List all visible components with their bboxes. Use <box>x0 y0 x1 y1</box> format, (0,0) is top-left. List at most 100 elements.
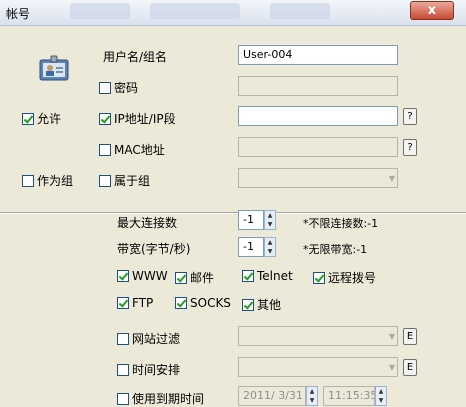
belong-group-check-box[interactable] <box>99 175 111 187</box>
user-card-icon <box>39 55 69 81</box>
bandwidth-value: -1 <box>243 240 254 253</box>
schedule-label: 时间安排 <box>132 363 181 377</box>
max-connections-note: *不限连接数:-1 <box>303 217 379 230</box>
username-field[interactable]: User-004 <box>238 45 398 65</box>
mac-check-box[interactable] <box>99 144 111 156</box>
max-connections-label: 最大连接数 <box>117 216 178 230</box>
protocol-label: 远程拨号 <box>328 271 377 285</box>
section-divider <box>0 212 466 214</box>
protocol-remote-dial-checkbox[interactable]: 远程拨号 <box>313 269 376 286</box>
protocol-socks-checkbox[interactable]: SOCKS <box>175 296 231 310</box>
password-check-box[interactable] <box>99 82 111 94</box>
ip-check-box[interactable] <box>99 113 111 125</box>
close-icon: x <box>427 3 437 18</box>
allow-check-box[interactable] <box>22 113 34 125</box>
schedule-select[interactable]: ▼ <box>238 357 398 377</box>
spin-up-icon: ▲ <box>267 212 273 219</box>
spin-down-icon: ▼ <box>267 221 273 228</box>
bandwidth-note: *无限带宽:-1 <box>303 243 368 256</box>
password-field[interactable] <box>238 76 398 96</box>
chevron-down-icon: ▼ <box>388 332 395 341</box>
protocol-label: 其他 <box>257 298 282 312</box>
ip-checkbox[interactable]: IP地址/IP段 <box>99 110 176 127</box>
mac-label: MAC地址 <box>114 143 165 157</box>
check-box[interactable] <box>175 297 187 309</box>
check-box[interactable] <box>175 272 187 284</box>
allow-checkbox[interactable]: 允许 <box>22 110 61 127</box>
site-filter-edit-button[interactable]: E <box>403 328 417 345</box>
mac-checkbox[interactable]: MAC地址 <box>99 141 165 158</box>
spin-down-icon: ▼ <box>378 397 384 404</box>
ip-label: IP地址/IP段 <box>114 112 176 126</box>
protocol-ftp-checkbox[interactable]: FTP <box>117 296 153 310</box>
protocol-www-checkbox[interactable]: WWW <box>117 269 168 283</box>
check-box[interactable] <box>117 333 129 345</box>
max-connections-spinner[interactable]: ▲ ▼ <box>264 210 276 230</box>
title-bar-blur <box>150 3 240 19</box>
username-label: 用户名/组名 <box>103 50 168 64</box>
as-group-label: 作为组 <box>37 174 74 188</box>
schedule-edit-button[interactable]: E <box>403 359 417 376</box>
spin-down-icon: ▼ <box>267 248 273 255</box>
spin-down-icon: ▼ <box>309 397 315 404</box>
expiry-time-value: 11:15:35 <box>328 389 375 402</box>
expiry-time-field[interactable]: 11:15:35 <box>323 386 375 406</box>
expiry-time-spinner[interactable]: ▲ ▼ <box>375 386 387 406</box>
edit-icon: E <box>406 331 414 342</box>
protocol-telnet-checkbox[interactable]: Telnet <box>242 269 293 283</box>
check-box[interactable] <box>242 270 254 282</box>
protocol-label: 邮件 <box>190 271 215 285</box>
max-connections-field[interactable]: -1 <box>238 210 264 230</box>
schedule-checkbox[interactable]: 时间安排 <box>117 361 180 378</box>
title-bar-blur <box>70 3 130 19</box>
bandwidth-label: 带宽(字节/秒) <box>117 242 191 256</box>
expiry-checkbox[interactable]: 使用到期时间 <box>117 390 204 407</box>
expiry-date-spinner[interactable]: ▲ ▼ <box>306 386 318 406</box>
protocol-mail-checkbox[interactable]: 邮件 <box>175 269 214 286</box>
spin-up-icon: ▲ <box>267 239 273 246</box>
group-select[interactable]: ▼ <box>238 168 398 188</box>
title-bar-blur <box>270 3 330 19</box>
site-filter-checkbox[interactable]: 网站过滤 <box>117 330 180 347</box>
expiry-date-value: 2011/ 3/31 <box>243 389 303 402</box>
spin-up-icon: ▲ <box>309 388 315 395</box>
protocol-label: FTP <box>132 296 154 310</box>
help-icon: ? <box>407 111 413 122</box>
site-filter-select[interactable]: ▼ <box>238 326 398 346</box>
allow-label: 允许 <box>37 112 62 126</box>
bandwidth-spinner[interactable]: ▲ ▼ <box>264 237 276 257</box>
check-box[interactable] <box>117 393 129 405</box>
mac-field[interactable] <box>238 137 398 157</box>
spin-up-icon: ▲ <box>378 388 384 395</box>
chevron-down-icon: ▼ <box>388 363 395 372</box>
password-label: 密码 <box>114 81 139 95</box>
as-group-checkbox[interactable]: 作为组 <box>22 172 73 189</box>
site-filter-label: 网站过滤 <box>132 332 181 346</box>
belong-group-label: 属于组 <box>114 174 151 188</box>
protocol-other-checkbox[interactable]: 其他 <box>242 296 281 313</box>
check-box[interactable] <box>117 270 129 282</box>
ip-field[interactable] <box>238 106 398 126</box>
as-group-check-box[interactable] <box>22 175 34 187</box>
max-connections-value: -1 <box>243 213 254 226</box>
belong-group-checkbox[interactable]: 属于组 <box>99 172 150 189</box>
username-value: User-004 <box>243 48 293 61</box>
expiry-date-field[interactable]: 2011/ 3/31 <box>238 386 306 406</box>
check-box[interactable] <box>117 364 129 376</box>
mac-help-button[interactable]: ? <box>403 139 417 156</box>
password-checkbox[interactable]: 密码 <box>99 79 138 96</box>
bandwidth-field[interactable]: -1 <box>238 237 264 257</box>
window-title: 帐号 <box>6 7 31 21</box>
close-button[interactable]: x <box>410 1 454 20</box>
check-box[interactable] <box>117 297 129 309</box>
help-icon: ? <box>407 142 413 153</box>
check-box[interactable] <box>242 299 254 311</box>
chevron-down-icon: ▼ <box>388 174 395 183</box>
ip-help-button[interactable]: ? <box>403 108 417 125</box>
check-box[interactable] <box>313 272 325 284</box>
title-bar: 帐号 x <box>0 0 466 26</box>
expiry-label: 使用到期时间 <box>132 392 205 406</box>
protocol-label: SOCKS <box>190 296 231 310</box>
protocol-label: Telnet <box>257 269 293 283</box>
edit-icon: E <box>406 362 414 373</box>
